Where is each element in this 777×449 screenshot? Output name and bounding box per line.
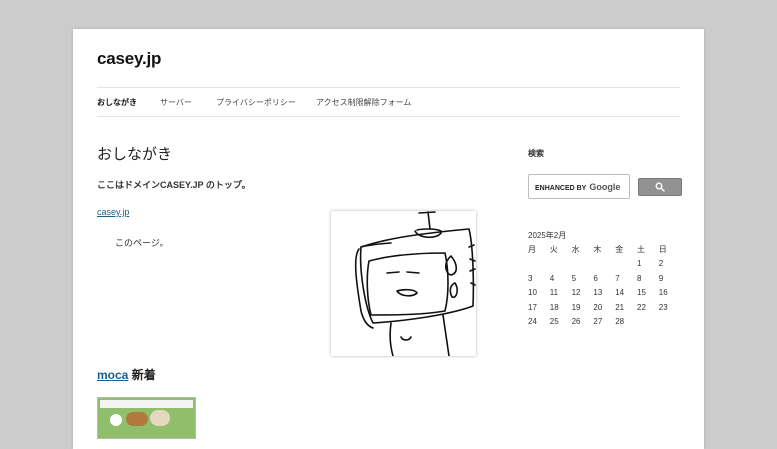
moca-link[interactable]: moca bbox=[97, 368, 128, 382]
calendar-day: 19 bbox=[571, 302, 581, 312]
calendar-weekday: 日 bbox=[658, 245, 667, 254]
main-navigation: おしながき サーバー プライバシーポリシー アクセス制限解除フォーム bbox=[97, 87, 680, 117]
this-page-text: このページ。 bbox=[115, 238, 169, 248]
calendar-day: 25 bbox=[549, 317, 559, 327]
calendar-day: 16 bbox=[658, 288, 668, 298]
moca-thumbnail[interactable] bbox=[97, 397, 196, 439]
thumbnail-dog-white bbox=[110, 414, 122, 426]
calendar-day: 23 bbox=[658, 302, 668, 312]
nav-item-access-unlock-form[interactable]: アクセス制限解除フォーム bbox=[316, 97, 411, 108]
calendar-day: 15 bbox=[637, 288, 646, 298]
page-title: おしながき bbox=[97, 146, 173, 163]
calendar-day: 12 bbox=[571, 288, 581, 298]
search-button[interactable] bbox=[638, 178, 682, 196]
calendar-day: 28 bbox=[615, 317, 625, 327]
calendar-weekday: 金 bbox=[615, 245, 624, 254]
calendar-weekday: 水 bbox=[571, 245, 580, 254]
calendar-day: 1 bbox=[637, 259, 642, 268]
thumbnail-dog-cream bbox=[150, 410, 170, 426]
calendar-weekday: 月 bbox=[528, 245, 536, 254]
calendar-day: 26 bbox=[571, 317, 581, 327]
calendar-day: 2 bbox=[658, 259, 664, 268]
page-container: casey.jp おしながき サーバー プライバシーポリシー アクセス制限解除フ… bbox=[73, 29, 704, 449]
calendar-weekday: 木 bbox=[593, 245, 602, 254]
calendar-day: 13 bbox=[593, 288, 603, 298]
nav-item-privacy-policy[interactable]: プライバシーポリシー bbox=[216, 97, 296, 108]
calendar-day: 3 bbox=[528, 273, 533, 283]
tv-head-illustration bbox=[331, 211, 476, 357]
intro-text: ここはドメインCASEY.JP のトップ。 bbox=[97, 180, 251, 190]
calendar-day: 7 bbox=[615, 273, 620, 283]
calendar-day: 22 bbox=[637, 302, 646, 312]
calendar-day: 11 bbox=[549, 288, 559, 298]
calendar-day: 21 bbox=[615, 302, 625, 312]
moca-heading: moca 新着 bbox=[97, 366, 156, 383]
site-title[interactable]: casey.jp bbox=[97, 49, 161, 69]
moca-heading-suffix: 新着 bbox=[128, 368, 156, 382]
search-icon bbox=[655, 182, 665, 192]
calendar-day: 24 bbox=[528, 317, 537, 327]
calendar-day: 4 bbox=[549, 273, 555, 283]
calendar-day: 5 bbox=[571, 273, 577, 283]
thumbnail-dog-brown bbox=[126, 412, 148, 426]
calendar-day: 10 bbox=[528, 288, 537, 298]
nav-item-server[interactable]: サーバー bbox=[160, 97, 192, 108]
calendar-day: 14 bbox=[615, 288, 625, 298]
calendar-weekday: 火 bbox=[549, 245, 558, 254]
calendar-day: 18 bbox=[549, 302, 559, 312]
nav-item-oshinagaki[interactable]: おしながき bbox=[97, 97, 137, 108]
thumbnail-header-bar bbox=[100, 400, 193, 408]
casey-jp-link[interactable]: casey.jp bbox=[97, 207, 129, 217]
calendar-day: 9 bbox=[658, 273, 664, 283]
calendar-day: 20 bbox=[593, 302, 603, 312]
calendar-day: 17 bbox=[528, 302, 537, 312]
calendar-weekday: 土 bbox=[637, 245, 645, 254]
search-widget-title: 検索 bbox=[528, 149, 544, 158]
calendar-day: 8 bbox=[637, 273, 642, 283]
calendar-day: 6 bbox=[593, 273, 598, 283]
search-box[interactable]: ENHANCED BY Google bbox=[528, 174, 630, 199]
calendar-day: 27 bbox=[593, 317, 603, 327]
calendar-caption: 2025年2月 bbox=[528, 231, 567, 240]
